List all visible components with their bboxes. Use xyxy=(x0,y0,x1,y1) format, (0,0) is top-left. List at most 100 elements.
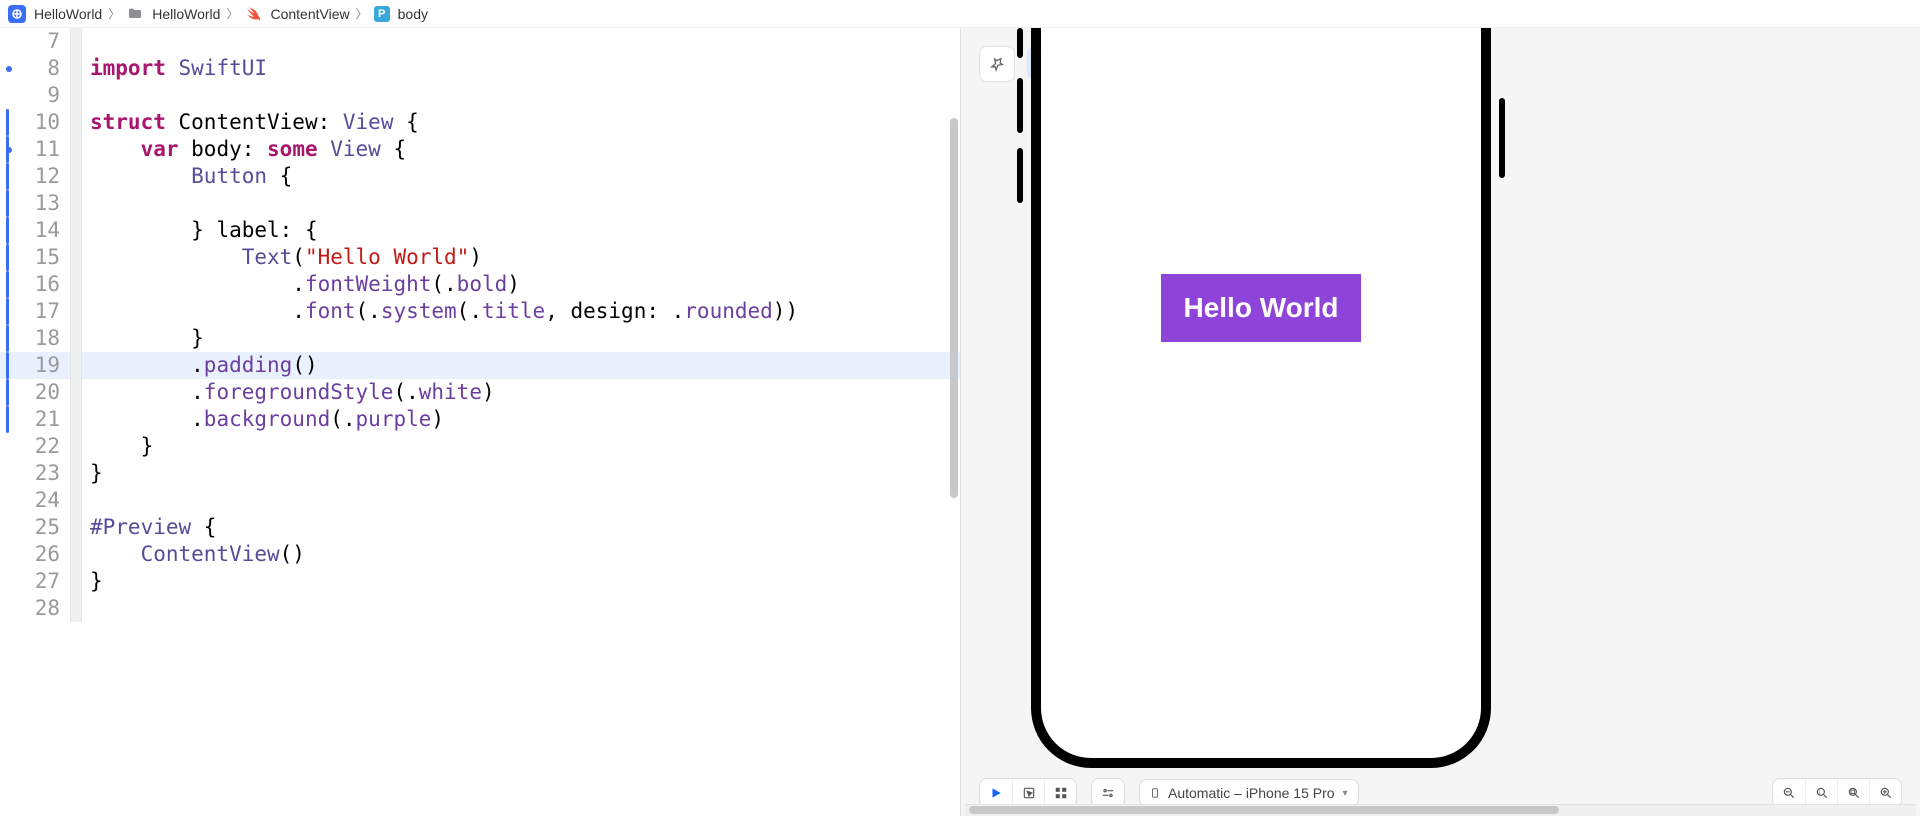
code-text[interactable]: } xyxy=(82,568,960,595)
fold-ribbon[interactable] xyxy=(70,190,82,217)
fold-ribbon[interactable] xyxy=(70,325,82,352)
zoom-in-button[interactable] xyxy=(1869,779,1901,807)
breadcrumb-folder[interactable]: HelloWorld xyxy=(152,6,220,22)
fold-ribbon[interactable] xyxy=(70,271,82,298)
line-number[interactable]: 28 xyxy=(0,595,70,622)
device-selector[interactable]: Automatic – iPhone 15 Pro ▾ xyxy=(1139,779,1359,807)
code-text[interactable]: } label: { xyxy=(82,217,960,244)
code-text[interactable] xyxy=(82,190,960,217)
code-line[interactable]: 7 xyxy=(0,28,960,55)
fold-ribbon[interactable] xyxy=(70,163,82,190)
fold-ribbon[interactable] xyxy=(70,541,82,568)
code-line[interactable]: 26 ContentView() xyxy=(0,541,960,568)
fold-ribbon[interactable] xyxy=(70,487,82,514)
line-number[interactable]: 14 xyxy=(0,217,70,244)
fold-ribbon[interactable] xyxy=(70,595,82,622)
code-text[interactable]: .background(.purple) xyxy=(82,406,960,433)
line-number[interactable]: 10 xyxy=(0,109,70,136)
fold-ribbon[interactable] xyxy=(70,460,82,487)
code-text[interactable]: import SwiftUI xyxy=(82,55,960,82)
zoom-100-button[interactable]: 1 xyxy=(1805,779,1837,807)
zoom-fit-button[interactable] xyxy=(1837,779,1869,807)
code-line[interactable]: 22 } xyxy=(0,433,960,460)
line-number[interactable]: 17 xyxy=(0,298,70,325)
line-number[interactable]: 18 xyxy=(0,325,70,352)
code-line[interactable]: 23} xyxy=(0,460,960,487)
jump-bar[interactable]: HelloWorld 〉 HelloWorld 〉 ContentView 〉 … xyxy=(0,0,1920,28)
code-line[interactable]: 18 } xyxy=(0,325,960,352)
fold-ribbon[interactable] xyxy=(70,433,82,460)
breadcrumb-symbol[interactable]: body xyxy=(398,6,428,22)
code-line[interactable]: 19 .padding() xyxy=(0,352,960,379)
live-preview-button[interactable] xyxy=(980,779,1012,807)
code-line[interactable]: 24 xyxy=(0,487,960,514)
code-text[interactable]: Text("Hello World") xyxy=(82,244,960,271)
code-line[interactable]: 25 #Preview { xyxy=(0,514,960,541)
fold-ribbon[interactable] xyxy=(70,352,82,379)
code-line[interactable]: 8 import SwiftUI xyxy=(0,55,960,82)
editor-scrollbar[interactable] xyxy=(950,118,958,498)
fold-ribbon[interactable] xyxy=(70,514,82,541)
code-line[interactable]: 15 Text("Hello World") xyxy=(0,244,960,271)
line-number[interactable]: 27 xyxy=(0,568,70,595)
code-line[interactable]: 27} xyxy=(0,568,960,595)
line-number[interactable]: 26 xyxy=(0,541,70,568)
code-line[interactable]: 17 .font(.system(.title, design: .rounde… xyxy=(0,298,960,325)
code-line[interactable]: 16 .fontWeight(.bold) xyxy=(0,271,960,298)
line-number[interactable]: 23 xyxy=(0,460,70,487)
line-number[interactable]: 20 xyxy=(0,379,70,406)
code-line[interactable]: 9 xyxy=(0,82,960,109)
line-number[interactable]: 12 xyxy=(0,163,70,190)
breadcrumb-project[interactable]: HelloWorld xyxy=(34,6,102,22)
line-number[interactable]: 9 xyxy=(0,82,70,109)
code-line[interactable]: 11 var body: some View { xyxy=(0,136,960,163)
fold-ribbon[interactable] xyxy=(70,55,82,82)
code-text[interactable]: var body: some View { xyxy=(82,136,960,163)
line-number[interactable]: 24 xyxy=(0,487,70,514)
code-text[interactable]: Button { xyxy=(82,163,960,190)
preview-canvas[interactable]: ContentView Hello World xyxy=(961,28,1920,816)
fold-ribbon[interactable] xyxy=(70,109,82,136)
line-number[interactable]: 19 xyxy=(0,352,70,379)
fold-ribbon[interactable] xyxy=(70,298,82,325)
code-line[interactable]: 10 struct ContentView: View { xyxy=(0,109,960,136)
fold-ribbon[interactable] xyxy=(70,379,82,406)
code-text[interactable]: struct ContentView: View { xyxy=(82,109,960,136)
code-text[interactable] xyxy=(82,487,960,514)
code-text[interactable]: } xyxy=(82,433,960,460)
preview-horizontal-scrollbar-track[interactable] xyxy=(965,804,1916,816)
code-text[interactable]: .fontWeight(.bold) xyxy=(82,271,960,298)
fold-ribbon[interactable] xyxy=(70,406,82,433)
code-line[interactable]: 12 Button { xyxy=(0,163,960,190)
line-number[interactable]: 15 xyxy=(0,244,70,271)
preview-hello-button[interactable]: Hello World xyxy=(1161,274,1360,342)
code-text[interactable]: ContentView() xyxy=(82,541,960,568)
fold-ribbon[interactable] xyxy=(70,136,82,163)
fold-ribbon[interactable] xyxy=(70,568,82,595)
fold-ribbon[interactable] xyxy=(70,82,82,109)
code-text[interactable]: } xyxy=(82,460,960,487)
line-number[interactable]: 22 xyxy=(0,433,70,460)
line-number[interactable]: 13 xyxy=(0,190,70,217)
fold-ribbon[interactable] xyxy=(70,217,82,244)
line-number[interactable]: 8 xyxy=(0,55,70,82)
code-text[interactable]: .font(.system(.title, design: .rounded)) xyxy=(82,298,960,325)
code-line[interactable]: 28 xyxy=(0,595,960,622)
line-number[interactable]: 16 xyxy=(0,271,70,298)
device-settings-button[interactable] xyxy=(1092,779,1124,807)
code-text[interactable] xyxy=(82,82,960,109)
code-text[interactable]: #Preview { xyxy=(82,514,960,541)
code-line[interactable]: 14 } label: { xyxy=(0,217,960,244)
fold-ribbon[interactable] xyxy=(70,244,82,271)
code-line[interactable]: 21 .background(.purple) xyxy=(0,406,960,433)
code-text[interactable]: .padding() xyxy=(82,352,960,379)
fold-ribbon[interactable] xyxy=(70,28,82,55)
line-number[interactable]: 25 xyxy=(0,514,70,541)
code-text[interactable] xyxy=(82,28,960,55)
pin-preview-button[interactable] xyxy=(979,46,1015,82)
source-editor[interactable]: 78 import SwiftUI 910 struct ContentView: V… xyxy=(0,28,960,816)
code-line[interactable]: 20 .foregroundStyle(.white) xyxy=(0,379,960,406)
variants-button[interactable] xyxy=(1044,779,1076,807)
line-number[interactable]: 7 xyxy=(0,28,70,55)
breadcrumb-file[interactable]: ContentView xyxy=(270,6,349,22)
